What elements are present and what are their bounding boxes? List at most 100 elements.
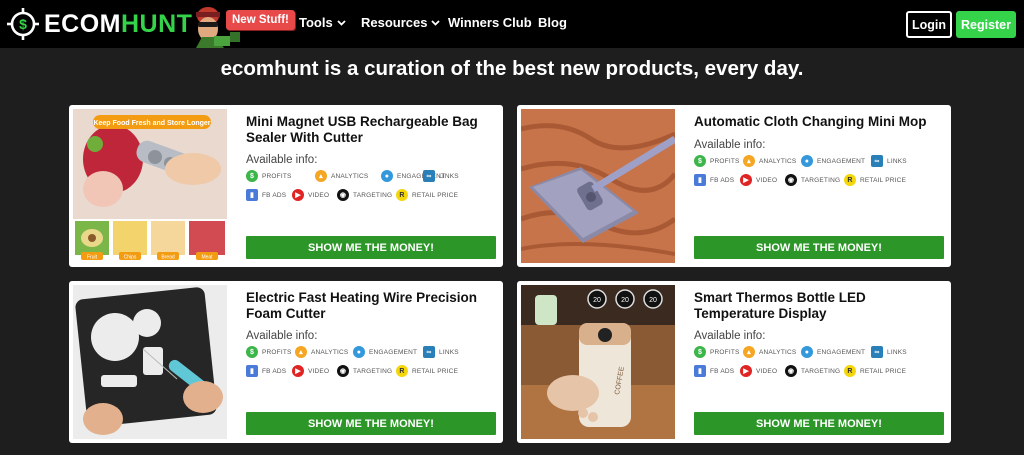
- chip-targeting: ◉ TARGETING: [785, 365, 840, 377]
- chart-icon: ▴: [295, 346, 307, 358]
- available-info-label: Available info:: [246, 330, 318, 342]
- retail-price-icon: R: [844, 365, 856, 377]
- target-icon: ◉: [785, 174, 797, 186]
- product-image[interactable]: [521, 109, 675, 263]
- product-title[interactable]: Automatic Cloth Changing Mini Mop: [694, 114, 934, 130]
- chip-analytics: ▴ ANALYTICS: [743, 346, 796, 358]
- top-navbar: $ ECOMHUNT New Stuff! Tools Resources Wi…: [0, 0, 1024, 48]
- image-tag-bread: Bread: [161, 255, 175, 261]
- show-me-the-money-button[interactable]: SHOW ME THE MONEY!: [246, 236, 496, 259]
- product-card[interactable]: Automatic Cloth Changing Mini Mop Availa…: [517, 105, 951, 267]
- retail-price-icon: R: [396, 189, 408, 201]
- product-title[interactable]: Mini Magnet USB Rechargeable Bag Sealer …: [246, 114, 486, 146]
- chip-links: ∞ LINKS: [423, 170, 459, 182]
- person-icon: ●: [801, 346, 813, 358]
- register-button[interactable]: Register: [956, 11, 1016, 38]
- chip-analytics: ▴ ANALYTICS: [743, 155, 796, 167]
- chip-engagement: ● ENGAGEMENT: [801, 346, 865, 358]
- link-icon: ∞: [871, 155, 883, 167]
- person-icon: ●: [381, 170, 393, 182]
- dollar-icon: $: [246, 346, 258, 358]
- chip-links: ∞ LINKS: [871, 346, 907, 358]
- chip-targeting: ◉ TARGETING: [785, 174, 840, 186]
- chip-video: ▶ VIDEO: [740, 174, 777, 186]
- product-image[interactable]: 20 20 20 COFFEE: [521, 285, 675, 439]
- bar-chart-icon: ▮: [246, 189, 258, 201]
- login-button[interactable]: Login: [906, 11, 952, 38]
- chip-retail-price: R RETAIL PRICE: [396, 365, 458, 377]
- chip-links: ∞ LINKS: [423, 346, 459, 358]
- chip-video: ▶ VIDEO: [740, 365, 777, 377]
- nav-resources[interactable]: Resources: [361, 15, 441, 30]
- chip-profits: $ PROFITS: [246, 170, 292, 182]
- foam-cutter-image: [73, 285, 227, 439]
- chip-profits: $ PROFITS: [246, 346, 292, 358]
- bar-chart-icon: ▮: [694, 365, 706, 377]
- show-me-the-money-button[interactable]: SHOW ME THE MONEY!: [694, 412, 944, 435]
- target-icon: ◉: [337, 365, 349, 377]
- person-icon: ●: [353, 346, 365, 358]
- chip-video: ▶ VIDEO: [292, 365, 329, 377]
- image-banner-text: Keep Food Fresh and Store Longer: [93, 120, 210, 127]
- show-me-the-money-button[interactable]: SHOW ME THE MONEY!: [694, 236, 944, 259]
- thermos-readout-2: 20: [621, 297, 629, 304]
- play-icon: ▶: [292, 365, 304, 377]
- chip-profits: $ PROFITS: [694, 346, 740, 358]
- available-info-label: Available info:: [246, 154, 318, 166]
- thermos-readout-1: 20: [593, 297, 601, 304]
- chip-profits: $ PROFITS: [694, 155, 740, 167]
- chip-targeting: ◉ TARGETING: [337, 189, 392, 201]
- retail-price-icon: R: [396, 365, 408, 377]
- link-icon: ∞: [871, 346, 883, 358]
- dollar-icon: $: [694, 155, 706, 167]
- nav-blog[interactable]: Blog: [538, 15, 567, 30]
- chevron-down-icon: [431, 20, 441, 26]
- chip-engagement: ● ENGAGEMENT: [353, 346, 417, 358]
- product-title[interactable]: Smart Thermos Bottle LED Temperature Dis…: [694, 290, 934, 322]
- chip-engagement: ● ENGAGEMENT: [801, 155, 865, 167]
- product-image[interactable]: [73, 285, 227, 439]
- chevron-down-icon: [337, 20, 346, 26]
- link-icon: ∞: [423, 346, 435, 358]
- chip-fb-ads: ▮ FB ADS: [694, 174, 734, 186]
- chip-fb-ads: ▮ FB ADS: [694, 365, 734, 377]
- available-info-label: Available info:: [694, 330, 766, 342]
- image-tag-meat: Meat: [201, 255, 213, 261]
- chip-video: ▶ VIDEO: [292, 189, 329, 201]
- image-tag-fruit: Fruit: [87, 255, 98, 261]
- nav-tools[interactable]: Tools: [299, 15, 347, 30]
- chart-icon: ▴: [315, 170, 327, 182]
- bag-sealer-image: Keep Food Fresh and Store Longer Fruit C…: [73, 109, 227, 263]
- play-icon: ▶: [292, 189, 304, 201]
- target-icon: ◉: [785, 365, 797, 377]
- chart-icon: ▴: [743, 346, 755, 358]
- bar-chart-icon: ▮: [246, 365, 258, 377]
- chip-fb-ads: ▮ FB ADS: [246, 365, 286, 377]
- chip-fb-ads: ▮ FB ADS: [246, 189, 286, 201]
- chip-links: ∞ LINKS: [871, 155, 907, 167]
- chip-retail-price: R RETAIL PRICE: [844, 365, 906, 377]
- product-image[interactable]: Keep Food Fresh and Store Longer Fruit C…: [73, 109, 227, 263]
- nav-winners-club[interactable]: Winners Club: [448, 15, 532, 30]
- chip-analytics: ▴ ANALYTICS: [295, 346, 348, 358]
- chip-targeting: ◉ TARGETING: [337, 365, 392, 377]
- image-tag-chips: Chips: [124, 255, 137, 261]
- chip-retail-price: R RETAIL PRICE: [844, 174, 906, 186]
- thermos-readout-3: 20: [649, 297, 657, 304]
- dollar-icon: $: [246, 170, 258, 182]
- product-card[interactable]: Electric Fast Heating Wire Precision Foa…: [69, 281, 503, 443]
- show-me-the-money-button[interactable]: SHOW ME THE MONEY!: [246, 412, 496, 435]
- product-title[interactable]: Electric Fast Heating Wire Precision Foa…: [246, 290, 486, 322]
- thermos-bottle-image: 20 20 20 COFFEE: [521, 285, 675, 439]
- chip-retail-price: R RETAIL PRICE: [396, 189, 458, 201]
- crosshair-dollar-icon: $: [7, 8, 39, 40]
- svg-text:$: $: [19, 16, 27, 32]
- product-card[interactable]: Keep Food Fresh and Store Longer Fruit C…: [69, 105, 503, 267]
- product-card[interactable]: 20 20 20 COFFEE Smart Thermos Bottle LED…: [517, 281, 951, 443]
- page-headline: ecomhunt is a curation of the best new p…: [220, 57, 804, 80]
- new-stuff-badge[interactable]: New Stuff!: [226, 10, 295, 30]
- link-icon: ∞: [423, 170, 435, 182]
- bar-chart-icon: ▮: [694, 174, 706, 186]
- ecomhunt-logo[interactable]: $ ECOMHUNT: [6, 7, 192, 41]
- mini-mop-image: [521, 109, 675, 263]
